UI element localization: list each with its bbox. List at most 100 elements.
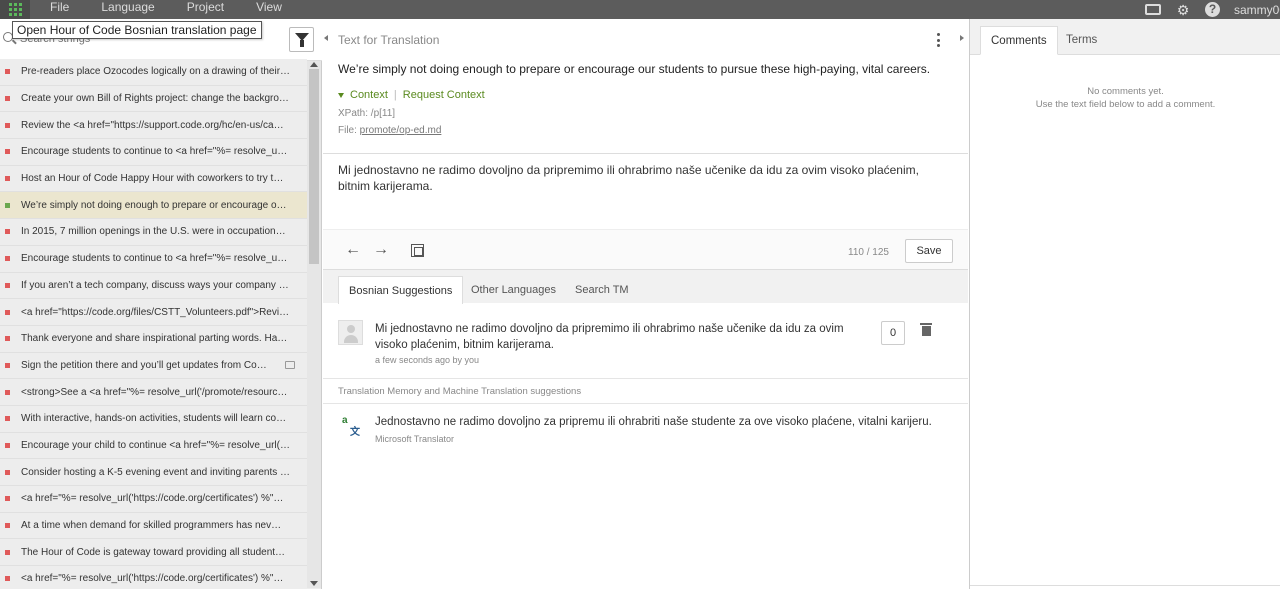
untranslated-status-icon: [5, 122, 10, 128]
tm-header: Translation Memory and Machine Translati…: [338, 386, 582, 397]
list-item-text: Encourage students to continue to <a hre…: [21, 146, 288, 158]
menu-project[interactable]: Project: [171, 0, 240, 19]
list-item[interactable]: The Hour of Code is gateway toward provi…: [0, 539, 307, 567]
list-item[interactable]: Encourage students to continue to <a hre…: [0, 139, 307, 166]
help-icon[interactable]: ?: [1205, 2, 1220, 17]
scrollbar[interactable]: [307, 61, 321, 588]
untranslated-status-icon: [5, 416, 10, 422]
filter-icon: [294, 32, 309, 47]
main-menu: File Language Project View: [34, 0, 298, 19]
context-toggle[interactable]: Context: [350, 89, 388, 101]
previous-arrow-icon[interactable]: ←: [345, 242, 361, 258]
vote-count[interactable]: 0: [881, 321, 905, 345]
collapse-left-icon[interactable]: [324, 35, 328, 41]
next-arrow-icon[interactable]: →: [373, 242, 389, 258]
untranslated-status-icon: [5, 442, 10, 448]
list-item[interactable]: At a time when demand for skilled progra…: [0, 512, 307, 540]
save-button[interactable]: Save: [905, 239, 953, 263]
context-row: Context | Request Context: [338, 89, 485, 101]
untranslated-status-icon: [5, 523, 10, 529]
menu-view[interactable]: View: [240, 0, 298, 19]
list-item[interactable]: <a href="https://code.org/files/CSTT_Vol…: [0, 299, 307, 326]
list-item[interactable]: Create your own Bill of Rights project: …: [0, 85, 307, 113]
trash-icon[interactable]: [920, 323, 932, 336]
search-bar: Open Hour of Code Bosnian translation pa…: [0, 19, 322, 61]
list-item-text: With interactive, hands-on activities, s…: [21, 413, 287, 425]
comments-panel: Comments Terms No comments yet. Use the …: [969, 19, 1280, 589]
caret-down-icon: [338, 92, 344, 98]
tm-source: Microsoft Translator: [375, 434, 455, 444]
tab-comments[interactable]: Comments: [980, 26, 1058, 55]
suggestion-item[interactable]: Mi jednostavno ne radimo dovoljno da pri…: [323, 303, 968, 379]
list-item[interactable]: Review the <a href="https://support.code…: [0, 112, 307, 140]
xpath-label: XPath: /p[11]: [338, 108, 396, 119]
divider: [970, 585, 1280, 586]
list-item-text: If you aren’t a tech company, discuss wa…: [21, 279, 289, 291]
copy-source-icon[interactable]: [411, 244, 424, 257]
scrollbar-thumb[interactable]: [309, 69, 319, 264]
keyboard-icon[interactable]: [1145, 4, 1161, 15]
list-item-text: <a href="%= resolve_url('https://code.or…: [21, 573, 284, 585]
list-item[interactable]: With interactive, hands-on activities, s…: [0, 405, 307, 433]
avatar: [338, 320, 363, 345]
scroll-down-icon[interactable]: [310, 581, 318, 586]
string-list-panel: Open Hour of Code Bosnian translation pa…: [0, 19, 322, 589]
list-item-text: Encourage students to continue to <a hre…: [21, 253, 288, 265]
menu-language[interactable]: Language: [85, 0, 170, 19]
list-item[interactable]: <strong>See a <a href="%= resolve_url('/…: [0, 379, 307, 406]
editor-panel: Text for Translation We’re simply not do…: [323, 19, 968, 589]
list-item[interactable]: We’re simply not doing enough to prepare…: [0, 192, 307, 220]
list-item[interactable]: Thank everyone and share inspirational p…: [0, 325, 307, 353]
list-item[interactable]: If you aren’t a tech company, discuss wa…: [0, 272, 307, 300]
divider: [323, 153, 968, 154]
separator: |: [393, 89, 397, 101]
user-menu[interactable]: sammy00: [1234, 3, 1280, 17]
list-item-text: Sign the petition there and you’ll get u…: [21, 359, 267, 371]
list-item[interactable]: <a href="%= resolve_url('https://code.or…: [0, 486, 307, 513]
no-comments-message: No comments yet. Use the text field belo…: [970, 85, 1280, 111]
untranslated-status-icon: [5, 336, 10, 342]
untranslated-status-icon: [5, 282, 10, 288]
collapse-right-icon[interactable]: [960, 35, 964, 41]
list-item[interactable]: <a href="%= resolve_url('https://code.or…: [0, 566, 307, 589]
translation-editor[interactable]: Mi jednostavno ne radimo dovoljno da pri…: [338, 162, 948, 194]
untranslated-status-icon: [5, 309, 10, 315]
untranslated-status-icon: [5, 176, 10, 182]
list-item[interactable]: Encourage students to continue to <a hre…: [0, 245, 307, 273]
tab-other-languages[interactable]: Other Languages: [461, 276, 566, 304]
untranslated-status-icon: [5, 549, 10, 555]
list-item-text: Encourage your child to continue <a href…: [21, 439, 290, 451]
tab-terms[interactable]: Terms: [1056, 26, 1107, 55]
menu-file[interactable]: File: [34, 0, 85, 19]
scroll-up-icon[interactable]: [310, 62, 318, 67]
no-comments-line1: No comments yet.: [1087, 86, 1164, 97]
source-text: We’re simply not doing enough to prepare…: [338, 62, 931, 76]
file-prefix: File:: [338, 125, 360, 136]
untranslated-status-icon: [5, 229, 10, 235]
file-link[interactable]: promote/op-ed.md: [360, 125, 442, 136]
untranslated-status-icon: [5, 256, 10, 262]
untranslated-status-icon: [5, 576, 10, 582]
file-label: File: promote/op-ed.md: [338, 125, 441, 136]
tab-search-tm[interactable]: Search TM: [565, 276, 639, 304]
list-item[interactable]: Encourage your child to continue <a href…: [0, 432, 307, 460]
tab-bosnian-suggestions[interactable]: Bosnian Suggestions: [338, 276, 464, 304]
tm-suggestion-text[interactable]: Jednostavno ne radimo dovoljno za pripre…: [375, 416, 932, 428]
list-item[interactable]: Consider hosting a K-5 evening event and…: [0, 459, 307, 486]
list-item[interactable]: Host an Hour of Code Happy Hour with cow…: [0, 165, 307, 193]
gear-icon[interactable]: ⚙: [1175, 3, 1191, 17]
filter-button[interactable]: [289, 27, 314, 52]
list-item[interactable]: In 2015, 7 million openings in the U.S. …: [0, 219, 307, 246]
list-item[interactable]: Sign the petition there and you’ll get u…: [0, 352, 307, 380]
list-item[interactable]: Pre-readers place Ozocodes logically on …: [0, 59, 307, 86]
list-item-text: At a time when demand for skilled progra…: [21, 520, 282, 532]
top-bar: File Language Project View ⚙ ? sammy00: [0, 0, 1280, 19]
grid-icon: [8, 3, 22, 16]
app-grid-button[interactable]: [0, 0, 30, 19]
translated-status-icon: [5, 202, 10, 208]
suggestion-text: Mi jednostavno ne radimo dovoljno da pri…: [375, 323, 844, 351]
more-options-icon[interactable]: [937, 33, 941, 47]
comment-tabs: Comments Terms: [970, 19, 1280, 55]
request-context-link[interactable]: Request Context: [403, 89, 485, 101]
source-header: Text for Translation: [338, 33, 440, 47]
